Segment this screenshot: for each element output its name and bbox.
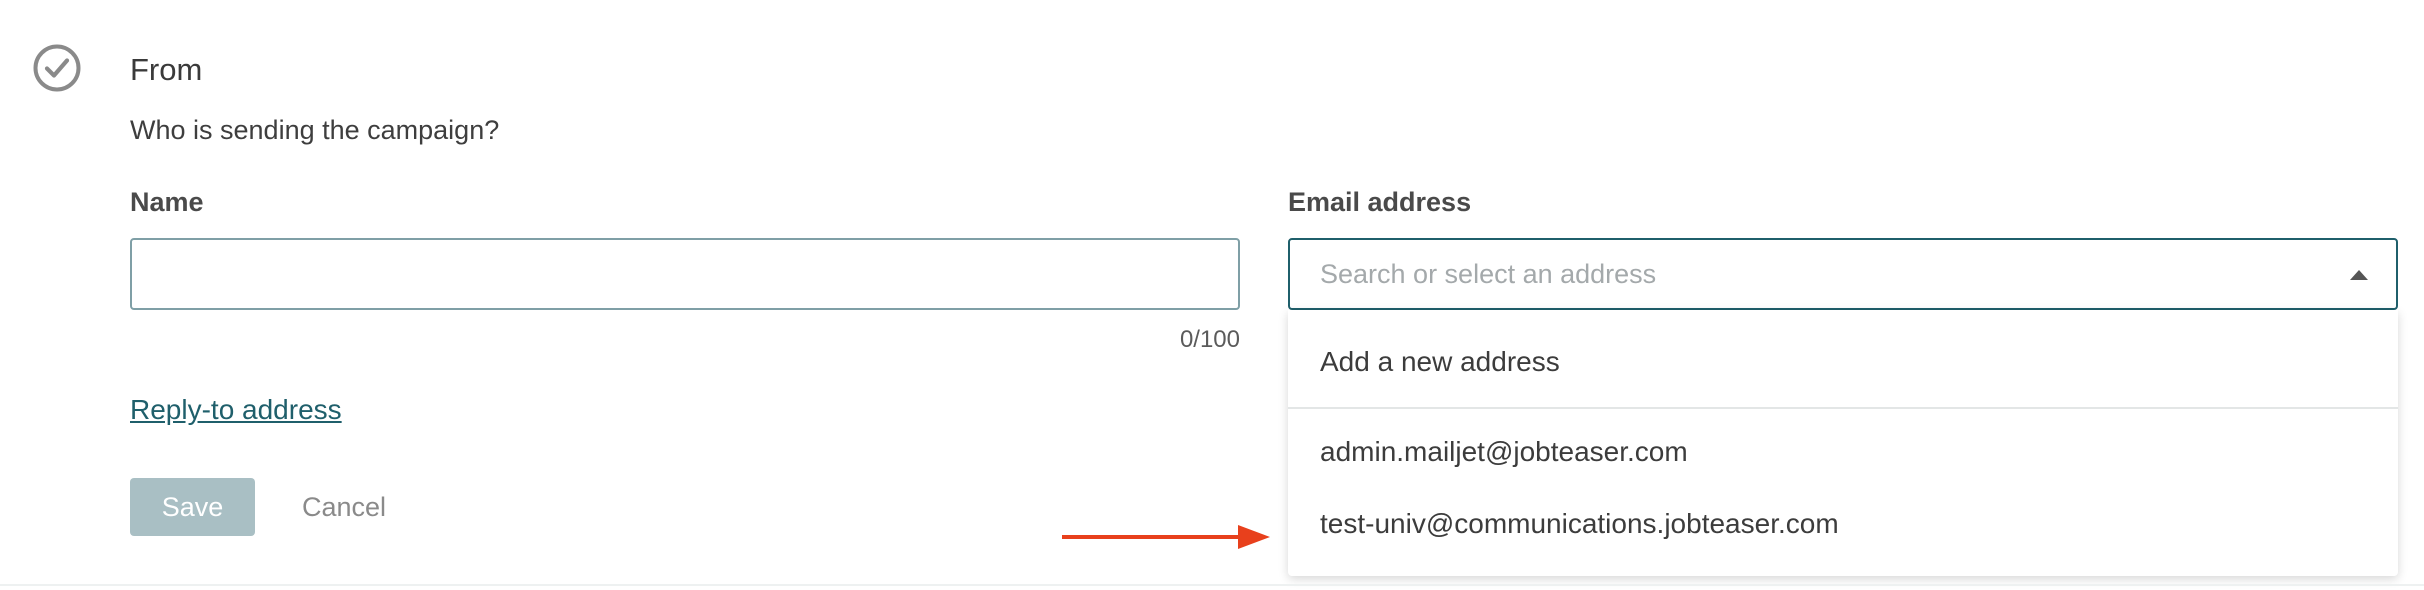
email-search-input[interactable] (1320, 240, 2320, 308)
section-divider (0, 584, 2424, 586)
arrow-right-icon (1062, 525, 1270, 549)
campaign-from-section: From Who is sending the campaign? Name 0… (0, 0, 2424, 590)
reply-to-address-link[interactable]: Reply-to address (130, 392, 342, 428)
address-option[interactable]: admin.mailjet@jobteaser.com (1288, 432, 2398, 472)
check-circle-icon (33, 44, 81, 92)
dropdown-divider (1288, 407, 2398, 409)
name-char-counter: 0/100 (1179, 326, 1240, 353)
section-subtitle: Who is sending the campaign? (130, 115, 500, 145)
caret-up-icon[interactable] (2350, 270, 2368, 280)
add-new-address-option[interactable]: Add a new address (1288, 342, 2398, 382)
save-button[interactable]: Save (130, 478, 255, 536)
section-title: From (130, 52, 203, 87)
cancel-button[interactable]: Cancel (292, 478, 396, 536)
name-input[interactable] (130, 238, 1240, 310)
address-option[interactable]: test-univ@communications.jobteaser.com (1288, 504, 2398, 544)
email-address-select[interactable] (1288, 238, 2398, 310)
email-address-dropdown: Add a new address admin.mailjet@jobtease… (1288, 310, 2398, 576)
name-label: Name (130, 187, 204, 217)
email-address-label: Email address (1288, 187, 1472, 217)
